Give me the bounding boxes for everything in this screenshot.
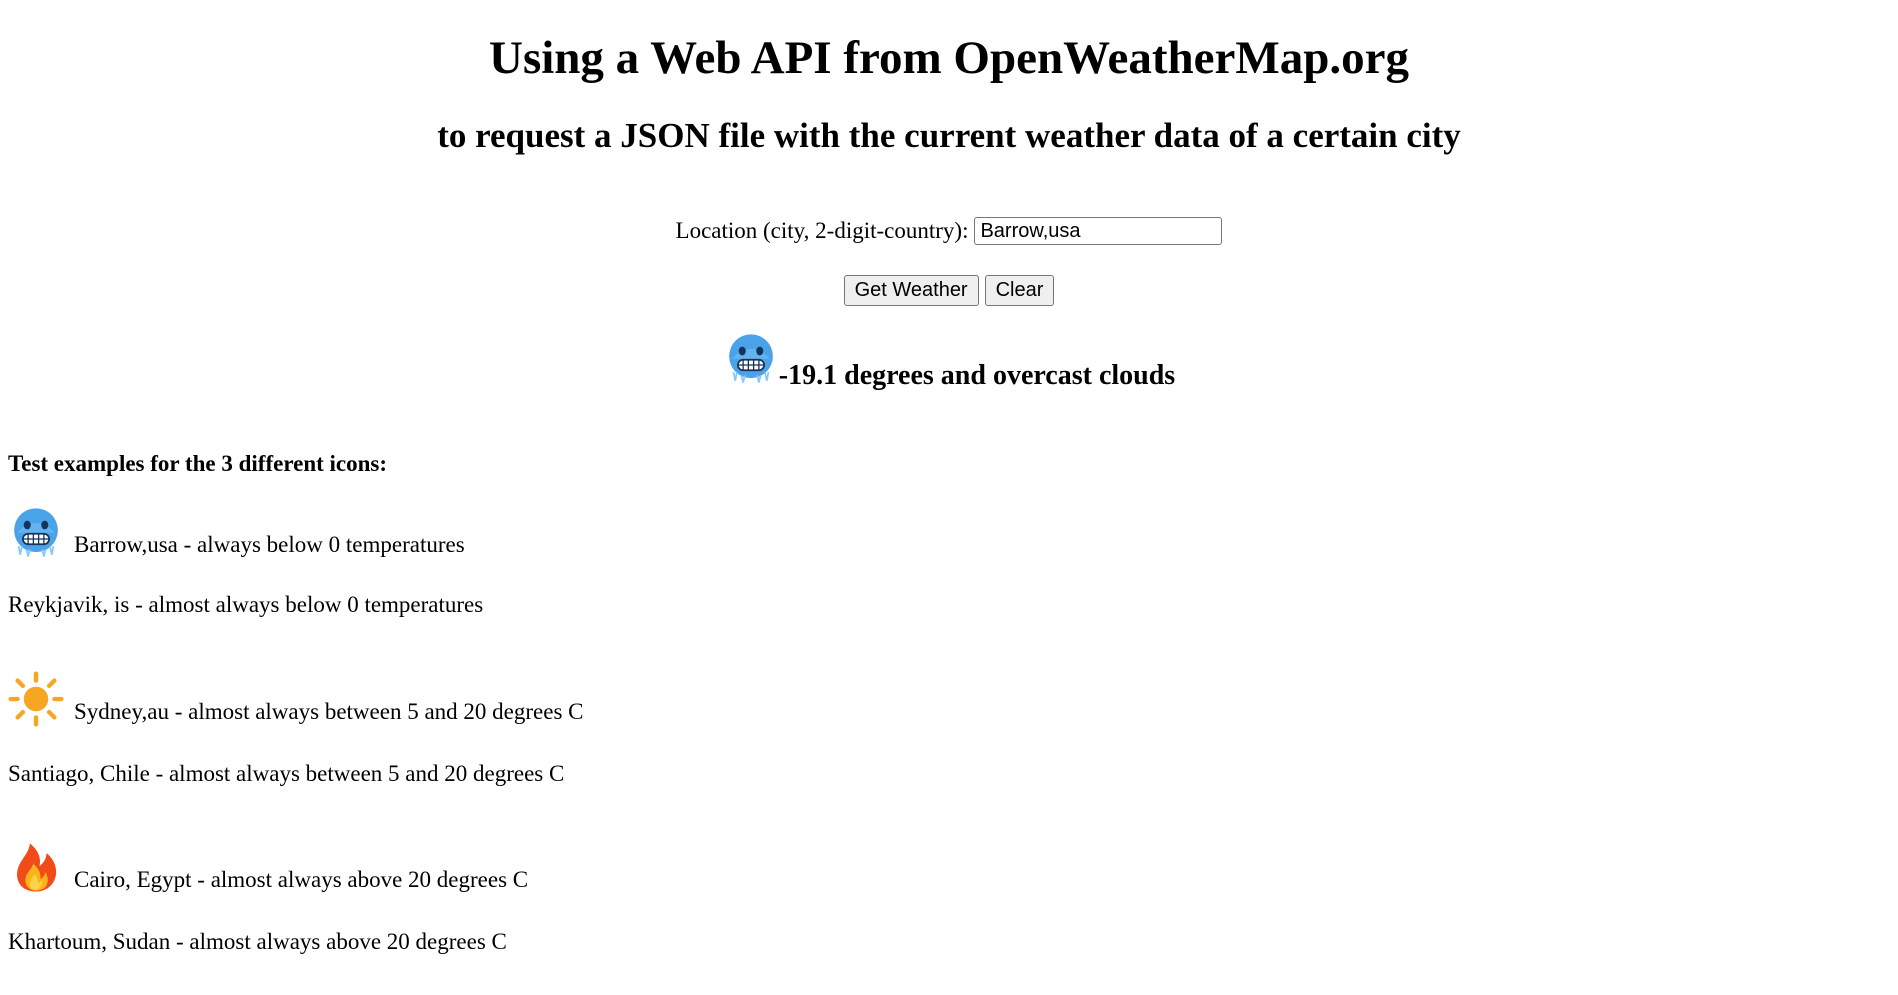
example-fire-second: Khartoum, Sudan - almost always above 20… xyxy=(8,929,507,954)
example-fire-first: Cairo, Egypt - almost always above 20 de… xyxy=(8,839,528,895)
cold-face-icon xyxy=(8,504,64,560)
location-input[interactable] xyxy=(974,217,1223,245)
weather-result: -19.1 degrees and overcast clouds xyxy=(0,332,1898,392)
example-text: Sydney,au - almost always between 5 and … xyxy=(74,699,584,724)
form-buttons: Get Weather Clear xyxy=(0,274,1898,306)
clear-button[interactable]: Clear xyxy=(984,274,1055,306)
example-cold-first: Barrow,usa - always below 0 temperatures xyxy=(8,504,465,560)
location-label: Location (city, 2-digit-country): xyxy=(675,218,969,243)
get-weather-button[interactable]: Get Weather xyxy=(843,274,979,306)
weather-page: Using a Web API from OpenWeatherMap.org … xyxy=(0,0,1898,995)
example-text: Cairo, Egypt - almost always above 20 de… xyxy=(74,867,529,892)
fire-icon xyxy=(8,839,64,895)
location-form-row: Location (city, 2-digit-country): xyxy=(0,214,1898,248)
weather-result-text: -19.1 degrees and overcast clouds xyxy=(778,360,1176,391)
sun-icon xyxy=(8,671,64,727)
example-text: Barrow,usa - always below 0 temperatures xyxy=(74,532,465,557)
example-sun-second: Santiago, Chile - almost always between … xyxy=(8,761,565,786)
cold-face-icon xyxy=(723,330,779,386)
examples-title: Test examples for the 3 different icons: xyxy=(8,451,388,476)
example-cold-second: Reykjavik, is - almost always below 0 te… xyxy=(8,592,484,617)
example-sun-first: Sydney,au - almost always between 5 and … xyxy=(8,671,583,727)
page-title: Using a Web API from OpenWeatherMap.org xyxy=(489,32,1409,84)
page-subtitle: to request a JSON file with the current … xyxy=(437,116,1461,155)
